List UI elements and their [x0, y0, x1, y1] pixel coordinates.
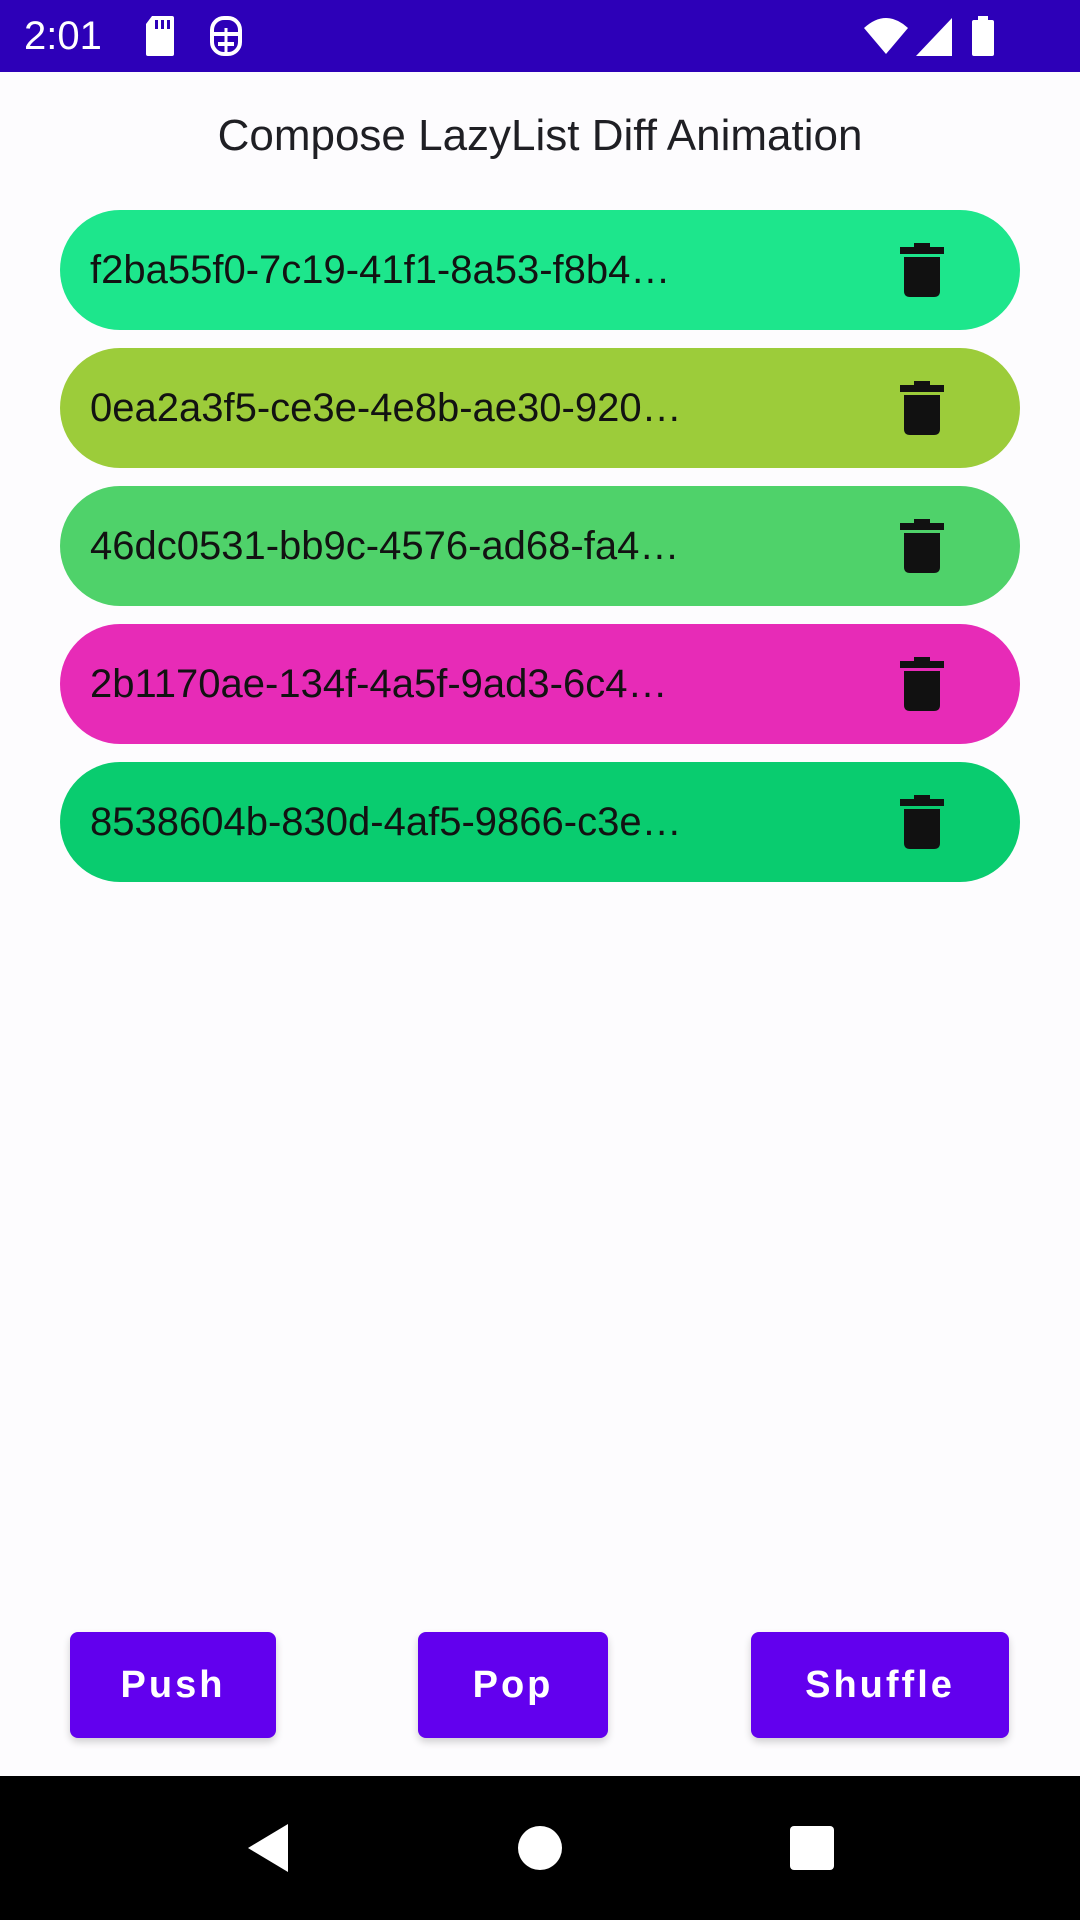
- back-icon[interactable]: [242, 1820, 298, 1876]
- pop-button[interactable]: Pop: [418, 1632, 608, 1738]
- trash-icon: [900, 381, 944, 435]
- list-item[interactable]: f2ba55f0-7c19-41f1-8a53-f8b4…: [60, 210, 1020, 330]
- delete-button[interactable]: [892, 654, 952, 714]
- delete-button[interactable]: [892, 516, 952, 576]
- list-item[interactable]: 0ea2a3f5-ce3e-4e8b-ae30-920…: [60, 348, 1020, 468]
- wifi-icon: [864, 18, 908, 54]
- battery-icon: [972, 16, 994, 56]
- list-item-label: 46dc0531-bb9c-4576-ad68-fa4…: [90, 524, 680, 568]
- list-item-label: f2ba55f0-7c19-41f1-8a53-f8b4…: [90, 248, 671, 292]
- item-list: f2ba55f0-7c19-41f1-8a53-f8b4… 0ea2a3f5-c…: [60, 210, 1020, 900]
- recents-icon[interactable]: [784, 1820, 840, 1876]
- home-icon[interactable]: [512, 1820, 568, 1876]
- sd-card-icon: [146, 16, 174, 56]
- trash-icon: [900, 243, 944, 297]
- push-button[interactable]: Push: [70, 1632, 276, 1738]
- list-item-label: 8538604b-830d-4af5-9866-c3e…: [90, 800, 682, 844]
- page-title: Compose LazyList Diff Animation: [217, 111, 863, 160]
- shuffle-button[interactable]: Shuffle: [751, 1632, 1009, 1738]
- app-screen: 2:01 Compose LazyList Diff Animation f2b…: [0, 0, 1080, 1920]
- debug-icon: [210, 16, 242, 56]
- nav-bar: [0, 1776, 1080, 1920]
- signal-icon: [916, 18, 952, 56]
- trash-icon: [900, 519, 944, 573]
- trash-icon: [900, 795, 944, 849]
- list-item[interactable]: 8538604b-830d-4af5-9866-c3e…: [60, 762, 1020, 882]
- delete-button[interactable]: [892, 240, 952, 300]
- list-item-label: 0ea2a3f5-ce3e-4e8b-ae30-920…: [90, 386, 682, 430]
- list-item[interactable]: 46dc0531-bb9c-4576-ad68-fa4…: [60, 486, 1020, 606]
- delete-button[interactable]: [892, 378, 952, 438]
- list-item-label: 2b1170ae-134f-4a5f-9ad3-6c4…: [90, 662, 668, 706]
- status-bar: 2:01: [0, 0, 1080, 72]
- status-time: 2:01: [24, 14, 102, 58]
- list-item[interactable]: 2b1170ae-134f-4a5f-9ad3-6c4…: [60, 624, 1020, 744]
- trash-icon: [900, 657, 944, 711]
- delete-button[interactable]: [892, 792, 952, 852]
